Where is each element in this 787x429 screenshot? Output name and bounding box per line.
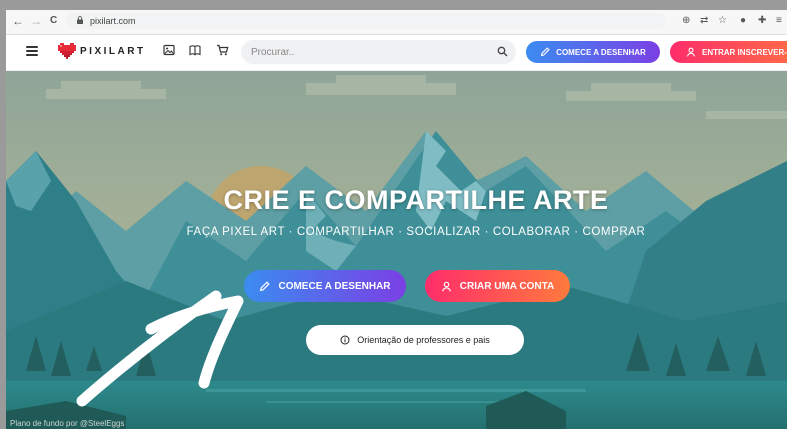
hero-banner: CRIE E COMPARTILHE ARTE FAÇA PIXEL ART ·… bbox=[6, 71, 787, 429]
book-icon[interactable] bbox=[189, 44, 201, 56]
search-icon[interactable] bbox=[497, 46, 508, 57]
header-login-signup-button[interactable]: ENTRAR INSCREVER-SE bbox=[670, 41, 787, 63]
install-app-icon[interactable]: ⊕ bbox=[682, 15, 690, 27]
header-start-drawing-label: COMECE A DESENHAR bbox=[556, 47, 646, 57]
user-icon bbox=[686, 47, 696, 57]
search-input[interactable] bbox=[251, 44, 481, 60]
header-start-drawing-button[interactable]: COMECE A DESENHAR bbox=[526, 41, 660, 63]
pencil-icon bbox=[540, 47, 550, 57]
url-text: pixilart.com bbox=[90, 16, 136, 26]
search-box bbox=[241, 40, 516, 64]
cart-icon[interactable] bbox=[216, 44, 229, 56]
annotation-arrow-icon bbox=[76, 290, 244, 407]
background-credit[interactable]: Plano de fundo por @SteelEggs bbox=[10, 419, 124, 428]
browser-window: ← → C pixilart.com ⊕ ⇄ ☆ ● ✚ ≡ PIXILART bbox=[6, 10, 787, 429]
header-login-signup-label: ENTRAR INSCREVER-SE bbox=[702, 47, 787, 57]
hamburger-menu-icon[interactable] bbox=[26, 46, 38, 56]
site-header: PIXILART COMECE A DESENHAR ENTRAR INSCRE… bbox=[6, 35, 787, 71]
star-icon[interactable]: ☆ bbox=[718, 15, 727, 27]
lock-icon bbox=[77, 16, 83, 24]
logo-text[interactable]: PIXILART bbox=[80, 46, 146, 57]
back-icon[interactable]: ← bbox=[12, 14, 24, 28]
reload-icon[interactable]: C bbox=[50, 14, 57, 28]
reading-list-icon[interactable]: ≡ bbox=[776, 15, 782, 27]
address-bar[interactable] bbox=[66, 13, 666, 29]
gallery-icon[interactable] bbox=[163, 44, 175, 56]
browser-toolbar: ← → C pixilart.com ⊕ ⇄ ☆ ● ✚ ≡ bbox=[6, 10, 787, 35]
extension-shield-icon[interactable]: ● bbox=[740, 15, 746, 27]
puzzle-icon[interactable]: ✚ bbox=[758, 15, 766, 27]
pixel-heart-logo-icon[interactable] bbox=[58, 43, 76, 59]
forward-icon[interactable]: → bbox=[30, 14, 42, 28]
translate-icon[interactable]: ⇄ bbox=[700, 15, 708, 27]
